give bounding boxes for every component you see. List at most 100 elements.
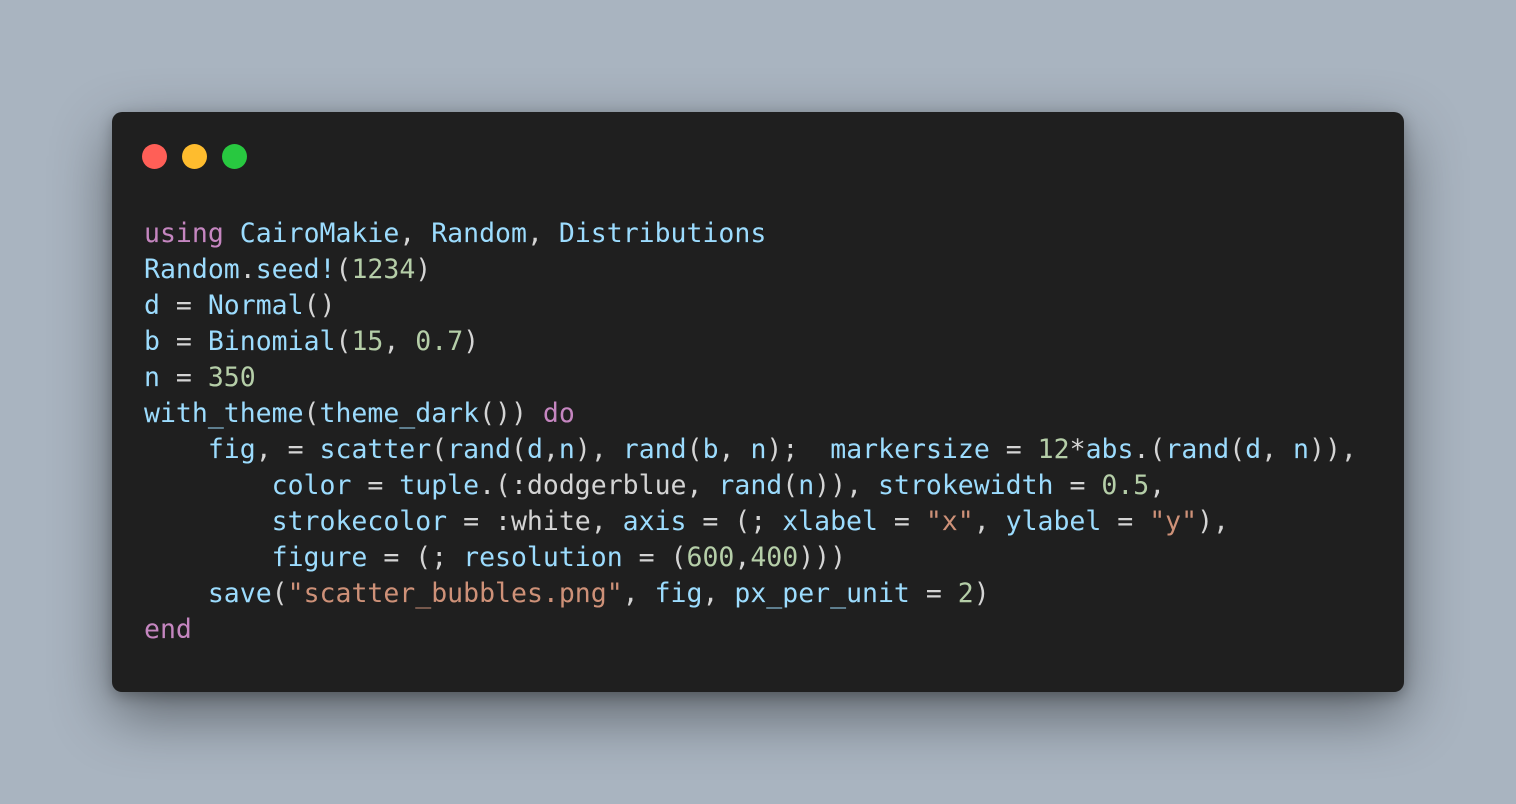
code-token-plain: , [542,434,559,465]
code-token-plain: * [1069,434,1086,465]
code-window: using CairoMakie, Random, Distributions R… [112,112,1404,692]
code-token-plain: = (; [367,542,464,573]
code-token-plain: .( [1133,434,1166,465]
code-token-plain: = [909,578,958,609]
code-token-plain: , [622,578,655,609]
code-token-plain: = [159,290,208,321]
code-token-number: 0.7 [415,326,464,357]
code-line: using CairoMakie, Random, Distributions [144,216,1357,252]
code-token-number: 2 [957,578,974,609]
code-token-identifier: with_theme [144,398,304,429]
code-token-plain: ( [335,326,352,357]
code-block: using CairoMakie, Random, Distributions R… [144,216,1357,648]
code-token-identifier: Normal [207,290,304,321]
code-token-plain: = (; [686,506,783,537]
code-token-identifier: b [702,434,719,465]
code-token-keyword: end [144,614,192,645]
code-token-identifier: Binomial [207,326,336,357]
code-token-identifier: n [798,470,815,501]
code-token-string: "y" [1149,506,1198,537]
code-token-plain: = :white, [447,506,623,537]
code-token-plain: . [239,254,256,285]
code-line: b = Binomial(15, 0.7) [144,324,1357,360]
code-token-plain: , [718,434,751,465]
code-line: with_theme(theme_dark()) do [144,396,1357,432]
code-token-identifier: n [1293,434,1310,465]
code-token-plain: , [1149,470,1166,501]
close-button[interactable] [142,144,167,169]
code-token-number: 400 [750,542,799,573]
code-token-number: 350 [207,362,256,393]
code-line: n = 350 [144,360,1357,396]
code-token-plain: () [303,290,336,321]
code-token-identifier: d [526,434,543,465]
code-token-plain: )), [814,470,878,501]
window-controls [142,144,247,169]
code-token-identifier: Distributions [558,218,767,249]
code-token-identifier: rand [1165,434,1230,465]
code-line: fig, = scatter(rand(d,n), rand(b, n); ma… [144,432,1357,468]
code-token-identifier: Random [144,254,240,285]
code-token-identifier: d [1245,434,1262,465]
code-token-plain: , [973,506,1006,537]
code-token-plain: ) [973,578,990,609]
code-token-identifier: rand [447,434,512,465]
code-token-plain: ); [766,434,831,465]
code-token-plain: , [526,218,559,249]
code-token-plain: , = [255,434,320,465]
code-token-identifier: n [558,434,575,465]
code-token-identifier: ylabel [1005,506,1102,537]
code-token-identifier: figure [271,542,368,573]
code-line: figure = (; resolution = (600,400))) [144,540,1357,576]
code-token-keyword: do [542,398,575,429]
code-token-plain: ( [686,434,703,465]
maximize-button[interactable] [222,144,247,169]
code-token-identifier: axis [622,506,687,537]
code-token-identifier: rand [622,434,687,465]
minimize-button[interactable] [182,144,207,169]
code-token-plain: .(:dodgerblue, [479,470,719,501]
code-token-identifier: px_per_unit [734,578,910,609]
code-token-plain: ( [1229,434,1246,465]
code-token-identifier: strokecolor [271,506,448,537]
code-token-plain: = [1101,506,1150,537]
code-token-plain: , [399,218,432,249]
code-line: save("scatter_bubbles.png", fig, px_per_… [144,576,1357,612]
code-token-identifier: seed! [255,254,336,285]
code-token-identifier: markersize [830,434,990,465]
code-line: color = tuple.(:dodgerblue, rand(n)), st… [144,468,1357,504]
code-token-plain: ( [782,470,799,501]
code-token-number: 15 [351,326,384,357]
code-token-plain: = [1053,470,1102,501]
code-token-plain: ( [431,434,448,465]
code-token-identifier: b [144,326,160,357]
code-token-plain: ( [271,578,288,609]
code-token-string: "scatter_bubbles.png" [287,578,623,609]
code-line: end [144,612,1357,648]
code-token-plain: ) [415,254,432,285]
code-token-plain: = [159,326,208,357]
code-token-plain: ( [335,254,352,285]
code-token-identifier: resolution [463,542,623,573]
code-token-identifier: theme_dark [319,398,480,429]
code-token-keyword: using [144,218,224,249]
code-token-plain: ( [511,434,527,465]
code-token-plain: , [1261,434,1294,465]
code-token-plain: , [702,578,735,609]
code-token-plain: = [877,506,926,537]
code-token-plain: ), [574,434,623,465]
code-token-number: 1234 [351,254,416,285]
code-token-plain: ( [303,398,320,429]
code-token-plain: = [159,362,208,393]
code-token-string: "x" [925,506,974,537]
code-token-plain: ()) [479,398,543,429]
code-line: Random.seed!(1234) [144,252,1357,288]
code-token-identifier: Random [431,218,527,249]
code-token-plain: ) [463,326,480,357]
code-token-plain: , [734,542,751,573]
